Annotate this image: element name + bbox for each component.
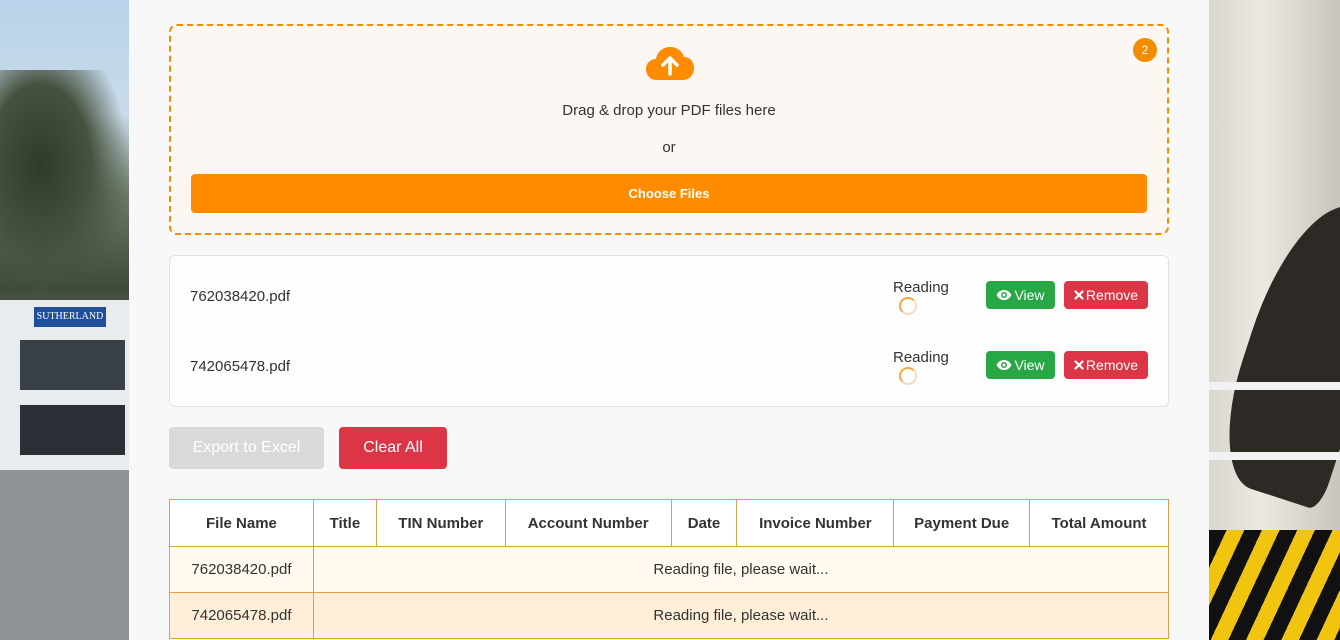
view-file-button[interactable]: View bbox=[986, 281, 1055, 309]
background-photo-right bbox=[1209, 0, 1340, 640]
column-header: File Name bbox=[169, 499, 314, 547]
column-header: Account Number bbox=[504, 499, 672, 547]
remove-file-button[interactable]: Remove bbox=[1064, 351, 1148, 379]
background-photo-left: SUTHERLAND bbox=[0, 0, 129, 640]
remove-button-label: Remove bbox=[1085, 287, 1139, 303]
column-header: Payment Due bbox=[893, 499, 1031, 547]
loading-spinner-icon bbox=[899, 367, 917, 385]
file-list: 762038420.pdf Reading View Remove 742065… bbox=[169, 255, 1169, 407]
loading-message-cell: Reading file, please wait... bbox=[312, 592, 1170, 639]
close-icon bbox=[1074, 290, 1084, 300]
results-table: File Name Title TIN Number Account Numbe… bbox=[169, 499, 1170, 639]
view-button-label: View bbox=[1014, 287, 1045, 303]
main-container: 2 Drag & drop your PDF files here or Cho… bbox=[129, 0, 1209, 640]
table-header-row: File Name Title TIN Number Account Numbe… bbox=[169, 499, 1169, 547]
background-barrier bbox=[1209, 530, 1340, 640]
file-name-cell: 762038420.pdf bbox=[169, 546, 314, 593]
background-tree-trunk bbox=[1209, 188, 1340, 512]
file-item: 742065478.pdf Reading View Remove bbox=[170, 329, 1168, 399]
file-name: 742065478.pdf bbox=[190, 358, 291, 375]
loading-spinner-icon bbox=[899, 297, 917, 315]
file-count-badge: 2 bbox=[1133, 38, 1157, 62]
export-to-excel-button[interactable]: Export to Excel bbox=[169, 427, 324, 469]
loading-message-cell: Reading file, please wait... bbox=[312, 546, 1170, 593]
remove-file-button[interactable]: Remove bbox=[1064, 281, 1148, 309]
column-header: TIN Number bbox=[375, 499, 506, 547]
building-sign: SUTHERLAND bbox=[34, 307, 106, 327]
column-header: Total Amount bbox=[1029, 499, 1169, 547]
view-button-label: View bbox=[1014, 357, 1045, 373]
eye-icon bbox=[996, 360, 1012, 370]
background-tree bbox=[0, 70, 129, 310]
remove-button-label: Remove bbox=[1085, 357, 1139, 373]
table-row: 762038420.pdf Reading file, please wait.… bbox=[169, 546, 1170, 593]
file-item: 762038420.pdf Reading View Remove bbox=[170, 259, 1168, 329]
background-road bbox=[0, 470, 129, 640]
column-header: Date bbox=[670, 499, 738, 547]
file-name: 762038420.pdf bbox=[190, 288, 291, 305]
file-status: Reading bbox=[893, 279, 949, 296]
dropzone-instructions: Drag & drop your PDF files here bbox=[562, 102, 776, 119]
column-header: Title bbox=[312, 499, 377, 547]
clear-all-button[interactable]: Clear All bbox=[339, 427, 447, 469]
file-status: Reading bbox=[893, 349, 949, 366]
table-row: 742065478.pdf Reading file, please wait.… bbox=[169, 592, 1170, 639]
upload-dropzone[interactable]: 2 Drag & drop your PDF files here or Cho… bbox=[169, 24, 1169, 235]
dropzone-or-text: or bbox=[662, 139, 676, 156]
choose-files-button[interactable]: Choose Files bbox=[191, 174, 1147, 213]
column-header: Invoice Number bbox=[736, 499, 895, 547]
file-name-cell: 742065478.pdf bbox=[169, 592, 314, 639]
eye-icon bbox=[996, 290, 1012, 300]
cloud-upload-icon bbox=[646, 47, 694, 80]
view-file-button[interactable]: View bbox=[986, 351, 1055, 379]
close-icon bbox=[1074, 360, 1084, 370]
